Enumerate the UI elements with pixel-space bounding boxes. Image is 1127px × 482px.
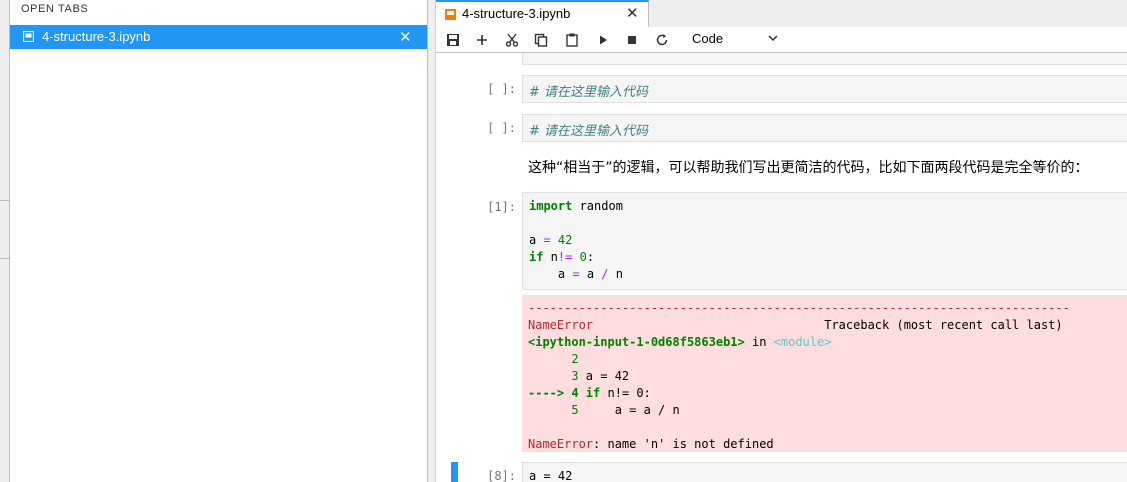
notebook-icon <box>445 9 456 20</box>
save-button[interactable] <box>443 30 463 50</box>
activity-bar <box>0 0 10 482</box>
save-icon <box>447 34 459 46</box>
copy-icon <box>534 33 548 47</box>
code-line: if n!= 0: <box>529 250 595 264</box>
chevron-down-icon[interactable] <box>766 31 780 45</box>
run-button[interactable] <box>593 30 613 50</box>
add-icon <box>477 35 487 45</box>
traceback-dashes: ----------------------------------------… <box>528 301 1070 315</box>
close-icon[interactable]: ✕ <box>626 4 639 22</box>
code-cell[interactable]: # 请在这里输入代码 <box>522 114 1127 142</box>
activity-divider <box>0 200 9 201</box>
traceback-header: NameError Traceback (most recent call la… <box>528 318 1063 332</box>
code-line: a = a / n <box>529 267 623 281</box>
open-tabs-panel: OPEN TABS 4-structure-3.ipynb ✕ <box>10 0 428 482</box>
traceback-line: 3 a = 42 <box>528 369 630 383</box>
panel-splitter[interactable] <box>428 0 435 482</box>
cell-prompt: [ ]: <box>487 82 516 96</box>
code-cell-partial[interactable] <box>522 53 1127 65</box>
stop-button[interactable] <box>622 30 642 50</box>
traceback-line: 2 <box>528 352 579 366</box>
cut-button[interactable] <box>502 30 522 50</box>
open-tab-label: 4-structure-3.ipynb <box>42 29 151 44</box>
add-cell-button[interactable] <box>472 30 492 50</box>
notebook-cells: [ ]: # 请在这里输入代码 [ ]: # 请在这里输入代码 这种“相当于”的… <box>436 53 1127 482</box>
notebook-editor: 4-structure-3.ipynb ✕ Code []: # 请在这里输入… <box>435 0 1127 482</box>
code-cell[interactable]: import random a = 42 if n!= 0: a = a / n <box>522 192 1127 290</box>
close-icon[interactable]: ✕ <box>399 28 412 46</box>
cell-prompt: [8]: <box>487 469 516 482</box>
code-cell-active[interactable]: a = 42 <box>522 462 1127 482</box>
document-tab[interactable]: 4-structure-3.ipynb ✕ <box>436 0 649 28</box>
traceback-location: <ipython-input-1-0d68f5863eb1> in <modul… <box>528 335 832 349</box>
traceback-blank <box>528 419 1122 436</box>
open-tab-item[interactable]: 4-structure-3.ipynb ✕ <box>10 25 427 49</box>
run-icon <box>600 35 607 45</box>
notebook-icon <box>23 31 34 42</box>
code-cell[interactable]: # 请在这里输入代码 <box>522 75 1127 103</box>
document-tab-label: 4-structure-3.ipynb <box>462 6 571 21</box>
document-tabbar: 4-structure-3.ipynb ✕ <box>436 0 1127 28</box>
restart-icon <box>656 34 668 46</box>
traceback-line: 5 a = a / n <box>528 403 680 417</box>
activity-divider <box>0 258 9 259</box>
error-message: NameError: name 'n' is not defined <box>528 437 774 451</box>
code-line: import random <box>529 199 623 213</box>
code-line: a = 42 <box>529 469 573 482</box>
stop-icon <box>628 36 636 44</box>
code-line: a = 42 <box>529 233 573 247</box>
paste-button[interactable] <box>562 30 582 50</box>
cut-icon <box>505 33 519 47</box>
panel-title: OPEN TABS <box>21 3 89 15</box>
code-comment: # 请在这里输入代码 <box>529 124 649 139</box>
cell-type-select[interactable]: Code <box>692 31 723 46</box>
cell-prompt: [1]: <box>487 200 516 214</box>
code-comment: # 请在这里输入代码 <box>529 85 649 100</box>
paste-icon <box>566 33 578 47</box>
restart-button[interactable] <box>652 30 672 50</box>
cell-prompt: [ ]: <box>487 121 516 135</box>
traceback-line: ----> 4 if n!= 0: <box>528 386 651 400</box>
markdown-cell-text: 这种“相当于”的逻辑，可以帮助我们写出更简洁的代码，比如下面两段代码是完全等价的… <box>528 160 1089 176</box>
error-output: ----------------------------------------… <box>522 295 1127 452</box>
copy-button[interactable] <box>531 30 551 50</box>
notebook-toolbar: Code <box>436 27 1127 53</box>
